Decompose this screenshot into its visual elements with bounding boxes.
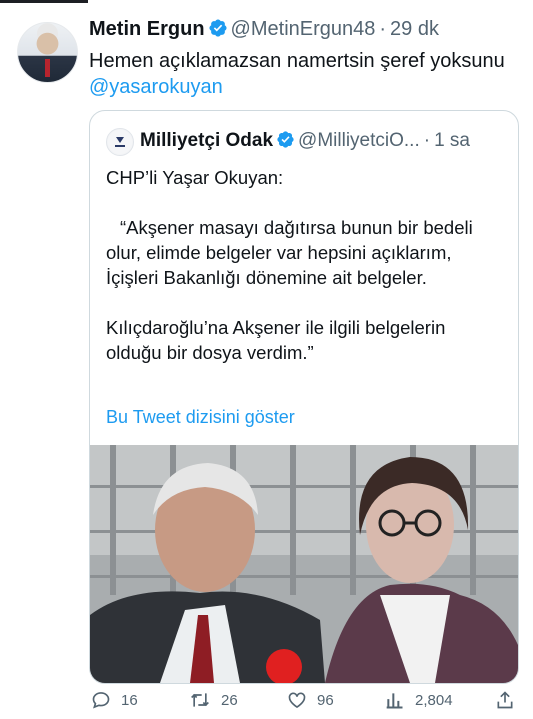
separator-dot: · bbox=[379, 18, 387, 40]
quoted-paragraph: Kılıçdaroğlu’na Akşener ile ilgili belge… bbox=[106, 317, 446, 363]
views-icon bbox=[386, 693, 403, 709]
author-handle[interactable]: @MetinErgun48 bbox=[231, 18, 376, 40]
tweet-text: Hemen açıklamazsan namertsin şeref yoksu… bbox=[89, 48, 519, 100]
tweet-header: Metin Ergun @MetinErgun48 · 29 dk bbox=[89, 18, 439, 44]
quoted-tweet-text: CHP’li Yaşar Okuyan: “Akşener masayı dağ… bbox=[106, 165, 506, 390]
quoted-paragraph: “Akşener masayı dağıtırsa bunun bir bede… bbox=[106, 217, 473, 288]
views-count: 2,804 bbox=[415, 691, 453, 709]
retweet-icon bbox=[191, 693, 209, 707]
tweet-time[interactable]: 29 dk bbox=[390, 18, 439, 40]
quoted-author-name[interactable]: Milliyetçi Odak bbox=[140, 130, 273, 151]
quoted-tweet-header: Milliyetçi Odak @MilliyetciO... · 1 sa bbox=[140, 130, 470, 155]
quoted-tweet-time[interactable]: 1 sa bbox=[434, 130, 470, 151]
reply-button[interactable]: 16 bbox=[91, 690, 138, 710]
reply-count: 16 bbox=[121, 691, 138, 709]
quoted-tweet-photo[interactable] bbox=[90, 445, 518, 683]
share-button[interactable] bbox=[495, 690, 515, 710]
separator-dot: · bbox=[423, 130, 431, 151]
mention-link[interactable]: @yasarokuyan bbox=[89, 74, 519, 100]
quoted-author-avatar[interactable] bbox=[106, 128, 134, 156]
reply-icon bbox=[92, 692, 110, 709]
quoted-author-handle[interactable]: @MilliyetciO... bbox=[298, 130, 420, 151]
share-icon bbox=[497, 691, 513, 709]
show-thread-link[interactable]: Bu Tweet dizisini göster bbox=[106, 407, 295, 428]
quoted-tweet-card[interactable]: Milliyetçi Odak @MilliyetciO... · 1 sa CHP’… bbox=[89, 110, 519, 684]
verified-badge-icon bbox=[276, 130, 295, 155]
views-button[interactable]: 2,804 bbox=[385, 690, 453, 710]
retweet-count: 26 bbox=[221, 691, 238, 709]
like-count: 96 bbox=[317, 691, 334, 709]
verified-badge-icon bbox=[208, 18, 228, 44]
like-button[interactable]: 96 bbox=[287, 690, 334, 710]
retweet-button[interactable]: 26 bbox=[189, 690, 238, 710]
photo-two-politicians bbox=[90, 445, 518, 683]
tweet-body: Hemen açıklamazsan namertsin şeref yoksu… bbox=[89, 50, 505, 72]
tweet-actions: 16 26 96 2,804 bbox=[89, 690, 519, 716]
top-indicator bbox=[0, 0, 88, 3]
milliyetci-odak-logo bbox=[108, 130, 132, 154]
author-name[interactable]: Metin Ergun bbox=[89, 18, 205, 40]
author-avatar[interactable] bbox=[17, 22, 78, 83]
quoted-paragraph: CHP’li Yaşar Okuyan: bbox=[106, 167, 284, 188]
like-icon bbox=[288, 692, 306, 709]
